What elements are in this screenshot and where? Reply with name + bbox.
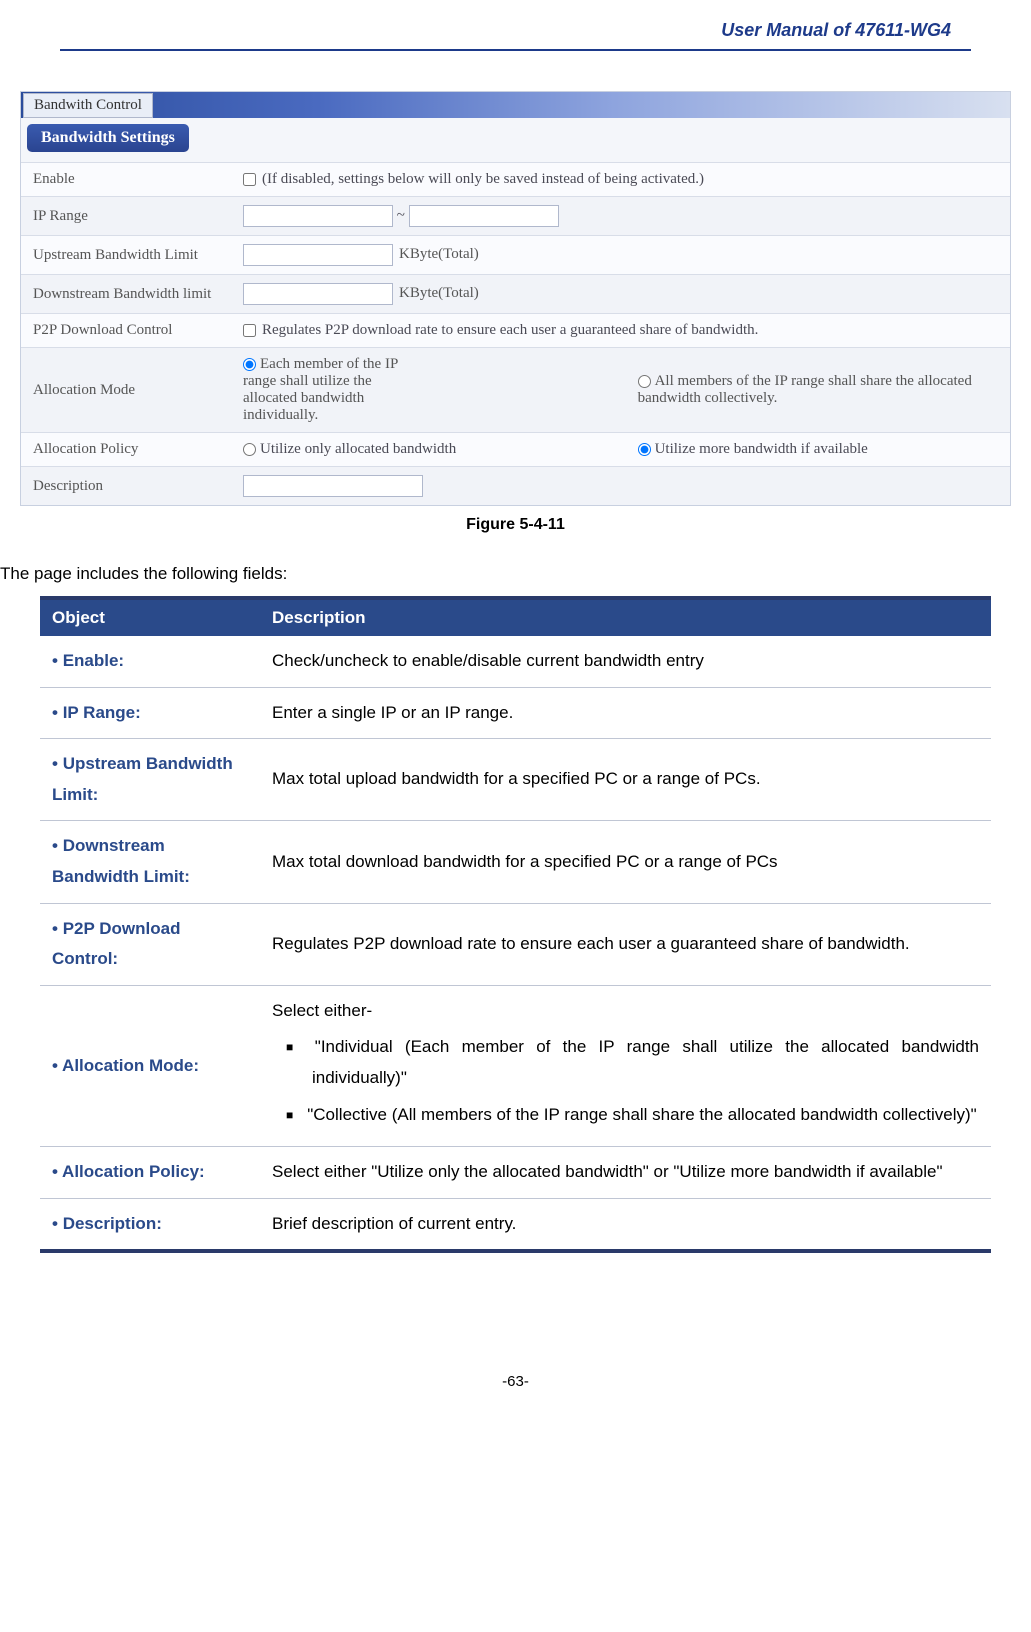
obj-label: Allocation Policy: bbox=[52, 1162, 205, 1181]
desc-cell: Max total download bandwidth for a speci… bbox=[260, 821, 991, 903]
policy-opt1: Utilize only allocated bandwidth bbox=[260, 441, 456, 457]
desc-lead: Select either- bbox=[272, 996, 979, 1027]
downstream-input[interactable] bbox=[243, 283, 393, 305]
obj-label: Upstream Bandwidth Limit: bbox=[52, 754, 233, 804]
panel-tab[interactable]: Bandwith Control bbox=[23, 93, 153, 118]
table-row: Allocation Mode: Select either- "Individ… bbox=[40, 985, 991, 1146]
figure-caption: Figure 5-4-11 bbox=[60, 516, 971, 534]
desc-bullet: "Individual (Each member of the IP range… bbox=[312, 1037, 979, 1087]
square-bullet-icon bbox=[286, 1037, 315, 1056]
page-number: -63- bbox=[60, 1373, 971, 1390]
col-object: Object bbox=[40, 598, 260, 636]
table-row: Description: Brief description of curren… bbox=[40, 1198, 991, 1251]
table-row: Allocation Policy: Select either "Utiliz… bbox=[40, 1147, 991, 1199]
table-row: Downstream Bandwidth Limit: Max total do… bbox=[40, 821, 991, 903]
table-row: P2P Download Control: Regulates P2P down… bbox=[40, 903, 991, 985]
table-row: IP Range: Enter a single IP or an IP ran… bbox=[40, 687, 991, 739]
mode-opt2: All members of the IP range shall share … bbox=[638, 373, 972, 406]
enable-note: (If disabled, settings below will only b… bbox=[262, 171, 704, 187]
obj-label: Description: bbox=[52, 1214, 162, 1233]
desc-cell: Select either "Utilize only the allocate… bbox=[260, 1147, 991, 1199]
section-badge: Bandwidth Settings bbox=[27, 124, 189, 152]
obj-label: Enable: bbox=[52, 651, 124, 670]
mode-collective-radio[interactable] bbox=[638, 375, 651, 388]
settings-panel: Bandwith Control Bandwidth Settings Enab… bbox=[20, 91, 1011, 506]
header-rule bbox=[60, 49, 971, 51]
row-label: Description bbox=[21, 467, 231, 506]
row-label: P2P Download Control bbox=[21, 314, 231, 348]
table-row: Upstream Bandwidth Limit: Max total uplo… bbox=[40, 739, 991, 821]
policy-more-radio[interactable] bbox=[638, 443, 651, 456]
col-description: Description bbox=[260, 598, 991, 636]
row-label: Enable bbox=[21, 163, 231, 197]
unit-label: KByte(Total) bbox=[399, 285, 479, 301]
unit-label: KByte(Total) bbox=[399, 246, 479, 262]
row-label: Downstream Bandwidth limit bbox=[21, 275, 231, 314]
row-label: Allocation Mode bbox=[21, 348, 231, 433]
enable-checkbox[interactable] bbox=[243, 173, 256, 186]
policy-opt2: Utilize more bandwidth if available bbox=[655, 441, 868, 457]
obj-label: Allocation Mode: bbox=[52, 1056, 199, 1075]
policy-only-radio[interactable] bbox=[243, 443, 256, 456]
obj-label: Downstream Bandwidth Limit: bbox=[52, 836, 190, 886]
desc-cell: Check/uncheck to enable/disable current … bbox=[260, 636, 991, 687]
ip-to-input[interactable] bbox=[409, 205, 559, 227]
desc-bullet: "Collective (All members of the IP range… bbox=[307, 1105, 976, 1124]
upstream-input[interactable] bbox=[243, 244, 393, 266]
mode-individual-radio[interactable] bbox=[243, 358, 256, 371]
table-row: Enable: Check/uncheck to enable/disable … bbox=[40, 636, 991, 687]
desc-cell: Regulates P2P download rate to ensure ea… bbox=[260, 903, 991, 985]
row-label: IP Range bbox=[21, 197, 231, 236]
description-table: Object Description Enable: Check/uncheck… bbox=[40, 596, 991, 1253]
obj-label: IP Range: bbox=[52, 703, 141, 722]
header-title: User Manual of 47611-WG4 bbox=[60, 20, 971, 41]
desc-cell: Enter a single IP or an IP range. bbox=[260, 687, 991, 739]
p2p-note: Regulates P2P download rate to ensure ea… bbox=[262, 322, 758, 338]
panel-top-bar: Bandwith Control bbox=[21, 92, 1010, 118]
desc-cell: Max total upload bandwidth for a specifi… bbox=[260, 739, 991, 821]
obj-label: P2P Download Control: bbox=[52, 919, 180, 969]
mode-opt1: Each member of the IP range shall utiliz… bbox=[243, 356, 398, 423]
row-label: Upstream Bandwidth Limit bbox=[21, 236, 231, 275]
square-bullet-icon bbox=[286, 1105, 307, 1124]
intro-text: The page includes the following fields: bbox=[0, 564, 971, 584]
row-label: Allocation Policy bbox=[21, 433, 231, 467]
section-header-row: Bandwidth Settings bbox=[21, 118, 1010, 162]
ip-from-input[interactable] bbox=[243, 205, 393, 227]
p2p-checkbox[interactable] bbox=[243, 324, 256, 337]
desc-cell: Brief description of current entry. bbox=[260, 1198, 991, 1251]
description-input[interactable] bbox=[243, 475, 423, 497]
settings-form: Enable (If disabled, settings below will… bbox=[21, 162, 1010, 505]
